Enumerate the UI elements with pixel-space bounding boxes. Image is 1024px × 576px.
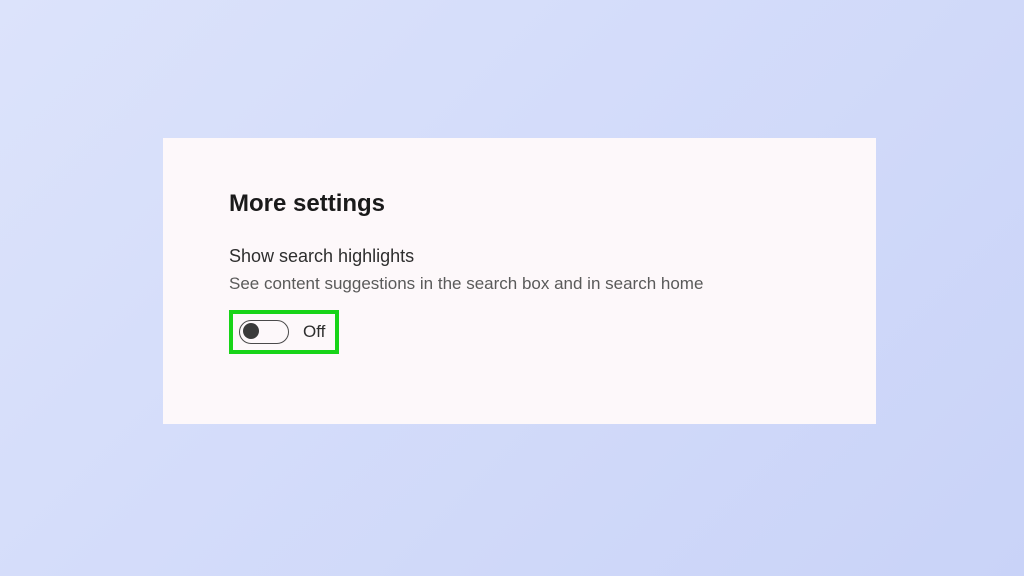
setting-label: Show search highlights [229,246,816,267]
search-highlights-toggle[interactable] [239,320,289,344]
toggle-knob-icon [243,323,259,339]
settings-panel: More settings Show search highlights See… [163,138,876,424]
toggle-highlight-box: Off [229,310,339,354]
section-heading: More settings [229,190,816,218]
toggle-state-label: Off [303,322,325,342]
setting-description: See content suggestions in the search bo… [229,273,816,296]
